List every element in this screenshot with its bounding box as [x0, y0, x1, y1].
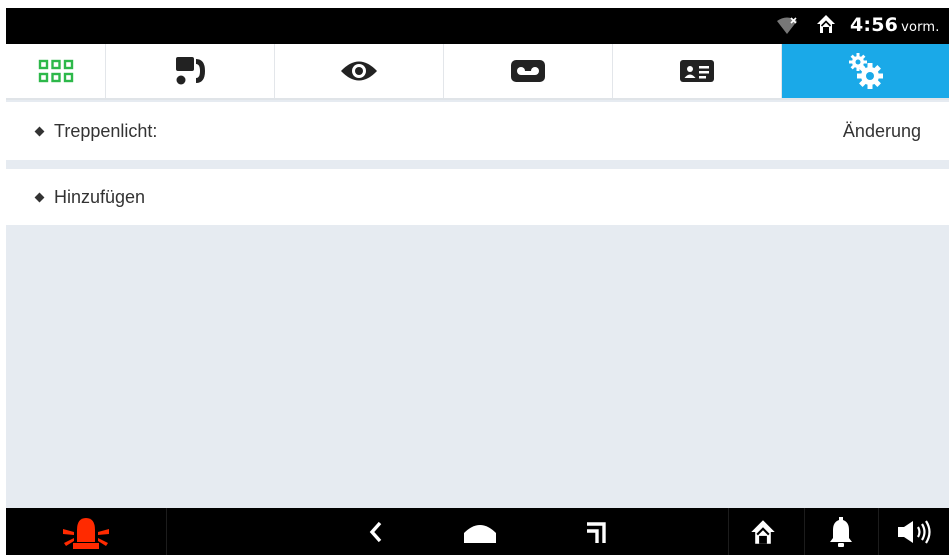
back-icon	[369, 521, 382, 542]
screen: 4:56 vorm. Treppenlicht: Änderung Hinzuf…	[6, 8, 949, 555]
navigation-bar	[6, 508, 949, 555]
bullet-icon	[34, 126, 45, 136]
tab-apps[interactable]	[6, 44, 106, 98]
home-automation-icon	[751, 519, 775, 544]
tab-bar	[6, 44, 949, 100]
volume-button[interactable]	[880, 508, 949, 555]
bullet-icon	[34, 192, 45, 202]
change-button[interactable]: Änderung	[843, 121, 921, 142]
voicemail-icon	[511, 60, 545, 82]
nav-separator	[728, 508, 729, 555]
nav-separator	[166, 508, 167, 555]
status-bar: 4:56 vorm.	[6, 8, 949, 44]
doorbell-button[interactable]	[806, 508, 876, 555]
door-phone-icon	[176, 57, 205, 85]
wifi-off-icon	[777, 17, 797, 34]
volume-icon	[897, 519, 931, 544]
clock-time: 4:56	[850, 14, 899, 36]
alarm-button[interactable]	[6, 508, 166, 555]
recent-apps-icon	[587, 521, 606, 543]
recent-apps-button[interactable]	[566, 508, 626, 555]
home-automation-button[interactable]	[730, 508, 796, 555]
gears-icon	[848, 53, 883, 89]
contact-card-icon	[680, 60, 714, 82]
nav-separator	[804, 508, 805, 555]
list-item-label: Treppenlicht:	[54, 120, 158, 141]
home-icon	[464, 524, 496, 543]
nav-separator	[878, 508, 879, 555]
device-frame: 4:56 vorm. Treppenlicht: Änderung Hinzuf…	[0, 0, 949, 555]
tab-settings[interactable]	[782, 44, 949, 98]
eye-icon	[341, 61, 377, 81]
bell-icon	[830, 516, 852, 547]
tab-voicemail[interactable]	[444, 44, 613, 98]
home-button[interactable]	[450, 508, 510, 555]
list-item-label: Hinzufügen	[54, 186, 146, 207]
tab-intercom[interactable]	[106, 44, 275, 98]
home-status-icon	[817, 15, 835, 33]
list-item-add[interactable]: Hinzufügen	[6, 169, 949, 225]
clock-ampm: vorm.	[901, 20, 940, 35]
back-button[interactable]	[346, 508, 406, 555]
tab-monitor[interactable]	[275, 44, 444, 98]
clock: 4:56 vorm.	[850, 14, 940, 36]
grid-icon	[38, 59, 73, 83]
alarm-siren-icon	[63, 517, 109, 549]
tab-contacts[interactable]	[613, 44, 782, 98]
list-item-treppenlicht[interactable]: Treppenlicht: Änderung	[6, 102, 949, 160]
